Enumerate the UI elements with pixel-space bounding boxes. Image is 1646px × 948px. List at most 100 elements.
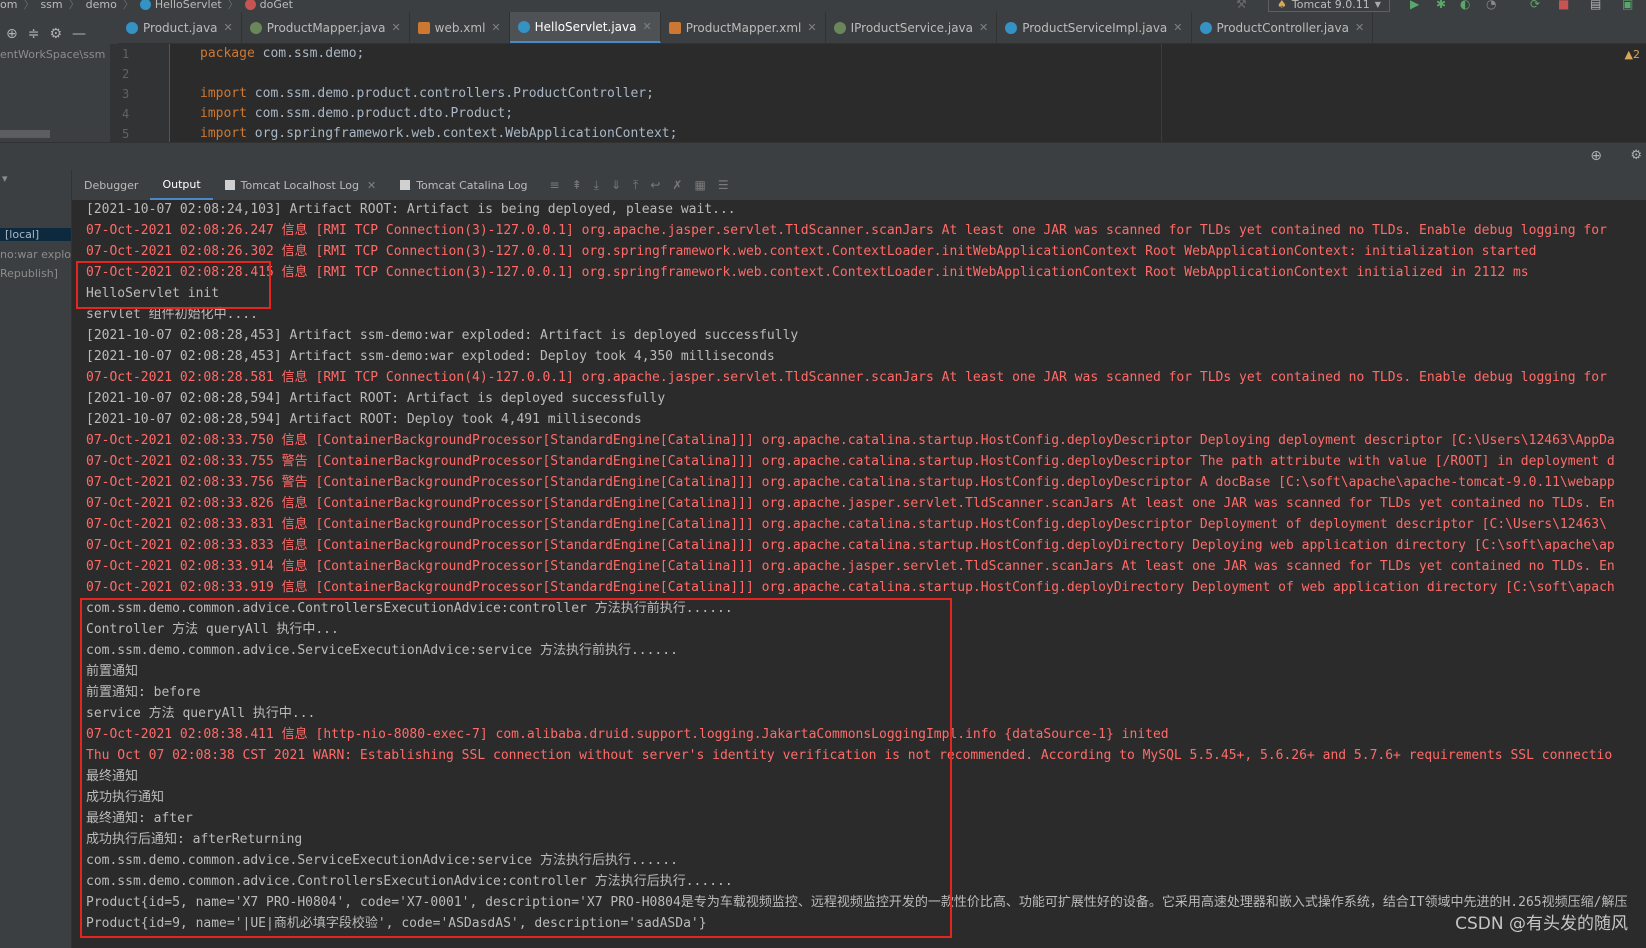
run-icon[interactable]: ▶ [1410, 0, 1419, 10]
line-number: 4 [122, 107, 130, 121]
tab-tomcat-catalina-log[interactable]: Tomcat Catalina Log [388, 170, 539, 200]
log-icon [400, 180, 411, 190]
gear-icon[interactable]: ⚙ [1630, 148, 1642, 163]
split-editor-pane[interactable] [1162, 44, 1646, 142]
close-icon[interactable]: ✕ [642, 20, 651, 33]
download-icon[interactable]: ⤓ [594, 178, 599, 193]
tab-label: IProductService.java [850, 20, 974, 35]
minimize-icon[interactable]: — [72, 26, 86, 42]
hammer-icon[interactable]: ⚒ [1236, 0, 1247, 10]
line-gutter [110, 44, 170, 142]
scroll-up-icon[interactable]: ⇞ [572, 178, 582, 193]
tree-node-artifact[interactable]: no:war explo [0, 248, 71, 261]
class-icon [139, 0, 151, 10]
close-icon[interactable]: ✕ [807, 21, 816, 34]
warning-count-badge[interactable]: ▲2 [1625, 48, 1640, 61]
tab-output[interactable]: Output [150, 170, 213, 200]
console-line: 成功执行通知 [86, 790, 165, 805]
console-line: HelloServlet init [86, 286, 220, 301]
tab-product-java[interactable]: Product.java ✕ [118, 12, 242, 43]
run-configuration-label: Tomcat 9.0.11 [1291, 0, 1370, 11]
project-structure-icon[interactable]: ▤ [1590, 0, 1601, 10]
console-line: 前置通知 [86, 664, 139, 679]
tab-label: ProductMapper.java [266, 20, 386, 35]
project-path[interactable]: entWorkSpace\ssm [0, 48, 105, 61]
tab-web-xml[interactable]: web.xml ✕ [410, 12, 510, 43]
breadcrumb-item[interactable]: om [0, 0, 17, 11]
close-icon[interactable]: ✕ [224, 21, 233, 34]
console-line: com.ssm.demo.common.advice.ServiceExecut… [86, 853, 678, 868]
collapse-all-icon[interactable]: ≑ [28, 26, 40, 42]
debug-icon[interactable]: ✱ [1436, 0, 1446, 10]
clear-icon[interactable]: ✗ [672, 178, 682, 193]
git-icon[interactable]: ▣ [1622, 0, 1633, 10]
locate-icon[interactable]: ⊕ [6, 26, 18, 42]
filter-icon[interactable]: ☰ [718, 178, 729, 193]
console-output[interactable]: [2021-10-07 02:08:24,103] Artifact ROOT:… [72, 200, 1646, 948]
console-line: Product{id=9, name='|UE|商机必填字段校验', code=… [86, 916, 707, 931]
line-number: 2 [122, 67, 130, 81]
console-toolbar: ≡ ⇞ ⤓ ⇓ ⤒ ↩ ✗ ▦ ☰ [550, 178, 729, 193]
console-line: 成功执行后通知: afterReturning [86, 832, 303, 847]
console-line: 07-Oct-2021 02:08:33.831 信息 [ContainerBa… [86, 517, 1607, 532]
breadcrumb-item[interactable]: demo [86, 0, 117, 11]
tree-node-local[interactable]: [local] [0, 228, 71, 241]
breadcrumb: om 〉 ssm 〉 demo 〉 HelloServlet 〉 doGet [0, 0, 293, 11]
tab-productmapper-java[interactable]: ProductMapper.java ✕ [242, 12, 410, 43]
stop-icon[interactable]: ■ [1558, 0, 1569, 10]
close-icon[interactable]: ✕ [391, 21, 400, 34]
print-icon[interactable]: ▦ [694, 178, 705, 193]
close-icon[interactable]: ✕ [1355, 21, 1364, 34]
breadcrumb-item[interactable]: ssm [40, 0, 62, 11]
console-line: com.ssm.demo.common.advice.ControllersEx… [86, 874, 733, 889]
scroll-to-end-icon[interactable]: ⇓ [611, 178, 621, 193]
tab-label: Tomcat Localhost Log [240, 178, 359, 192]
menu-icon[interactable]: ≡ [550, 178, 560, 193]
tab-productcontroller-java[interactable]: ProductController.java ✕ [1192, 12, 1374, 43]
soft-wrap-icon[interactable]: ↩ [650, 178, 660, 193]
tab-debugger[interactable]: Debugger [72, 170, 150, 200]
tab-tomcat-localhost-log[interactable]: Tomcat Localhost Log ✕ [213, 170, 389, 200]
tab-iproductservice-java[interactable]: IProductService.java ✕ [826, 12, 998, 43]
horizontal-scrollbar[interactable] [0, 130, 50, 138]
breadcrumb-item[interactable]: HelloServlet [155, 0, 222, 11]
console-line: 07-Oct-2021 02:08:28.581 信息 [RMI TCP Con… [86, 370, 1607, 385]
tab-label: Debugger [84, 178, 139, 192]
tab-label: Tomcat Catalina Log [416, 178, 528, 192]
console-line: 07-Oct-2021 02:08:33.755 警告 [ContainerBa… [86, 454, 1615, 469]
console-line: 最终通知: after [86, 811, 193, 826]
interface-icon [249, 21, 262, 34]
profile-icon[interactable]: ◔ [1486, 0, 1496, 10]
console-line: [2021-10-07 02:08:28,594] Artifact ROOT:… [86, 412, 642, 427]
tomcat-icon: ♠ [1277, 0, 1287, 11]
chevron-down-icon: ▼ [1374, 0, 1381, 9]
update-icon[interactable]: ⟳ [1530, 0, 1540, 10]
code-line: import com.ssm.demo.product.controllers.… [200, 86, 654, 101]
breadcrumb-item[interactable]: doGet [260, 0, 293, 11]
tree-node-republish[interactable]: Republish] [0, 267, 58, 280]
tab-helloservlet-java[interactable]: HelloServlet.java ✕ [509, 12, 661, 43]
code-text: com.ssm.demo.product.dto.Product; [246, 106, 514, 121]
settings-icon[interactable]: ⊕ [1590, 148, 1602, 164]
tab-productserviceimpl-java[interactable]: ProductServiceImpl.java ✕ [997, 12, 1192, 43]
code-line: import com.ssm.demo.product.dto.Product; [200, 106, 513, 121]
collapse-icon[interactable]: ▾ [2, 172, 8, 185]
log-icon [224, 180, 235, 190]
services-tree: ▾ [local] no:war explo Republish] [0, 170, 72, 948]
close-icon[interactable]: ✕ [491, 21, 500, 34]
gear-icon[interactable]: ⚙ [49, 26, 62, 42]
console-line: 07-Oct-2021 02:08:33.833 信息 [ContainerBa… [86, 538, 1615, 553]
coverage-icon[interactable]: ◐ [1460, 0, 1470, 10]
close-icon[interactable]: ✕ [367, 179, 376, 192]
console-tab-bar: Debugger Output Tomcat Localhost Log ✕ T… [72, 170, 1646, 200]
close-icon[interactable]: ✕ [979, 21, 988, 34]
close-icon[interactable]: ✕ [1173, 21, 1182, 34]
watermark: CSDN @有头发的随风 [1455, 914, 1628, 934]
run-configuration-select[interactable]: ♠ Tomcat 9.0.11 ▼ [1268, 0, 1390, 12]
tab-productmapper-xml[interactable]: ProductMapper.xml ✕ [661, 12, 826, 43]
console-line: Product{id=5, name='X7 PRO-H0804', code=… [86, 895, 1628, 910]
code-text: com.ssm.demo.product.controllers.Product… [246, 86, 654, 101]
upload-icon[interactable]: ⤒ [633, 178, 638, 193]
method-icon [244, 0, 256, 10]
console-line: [2021-10-07 02:08:28,453] Artifact ssm-d… [86, 328, 799, 343]
